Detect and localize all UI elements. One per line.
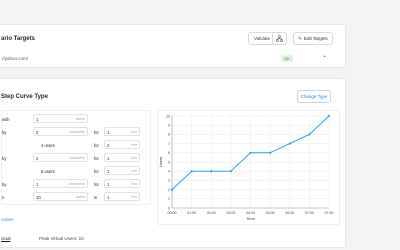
data-point: [190, 170, 193, 173]
x-tick-label: 07:30: [325, 211, 334, 215]
y-axis-label: Users: [158, 157, 163, 167]
edit-targets-label: Edit Targets: [304, 36, 328, 41]
y-tick-label: 3: [168, 179, 170, 183]
row-label: with: [2, 117, 10, 122]
y-tick-label: 2: [168, 188, 170, 192]
step-curve-chart: 0 1 2 3 4 5 6 7 8 9 10 00:00 01:00 02:00 03:00 04:00 05:…: [158, 114, 334, 221]
users-input[interactable]: 10 users: [33, 192, 88, 201]
step-row: n 10 users in 1 min: [2, 192, 152, 204]
y-tick-label: 0: [168, 206, 170, 210]
share-button[interactable]: [272, 32, 287, 45]
y-tick-label: 5: [168, 160, 170, 164]
y-tick-label: 1: [168, 197, 170, 201]
chart-panel: 0 1 2 3 4 5 6 7 8 9 10 00:00 01:00 02:00 03:00 04:00 05:…: [157, 110, 340, 225]
rate-input[interactable]: 2 users/min: [33, 127, 88, 136]
step-row: 6 users for 1 min: [2, 166, 152, 178]
duration-input[interactable]: 2 min: [104, 140, 140, 149]
step-row: by 2 users/min for 1 min: [2, 153, 152, 165]
users-text: 4 users: [41, 143, 55, 148]
x-tick-label: 07:00: [305, 211, 314, 215]
y-tick-label: 8: [168, 133, 170, 137]
row-label: by: [2, 182, 7, 187]
x-tick-label: 06:00: [285, 211, 294, 215]
step-rows: with 1 users by 2 users/min for 1 min 4 …: [1, 110, 151, 205]
target-url: ://yahoo.com/: [1, 56, 29, 61]
row-label: n: [2, 195, 5, 200]
pencil-icon: ✎: [298, 35, 303, 41]
y-tick-label: 9: [168, 124, 170, 128]
y-tick-label: 4: [168, 170, 170, 174]
x-tick-label: 04:00: [246, 211, 255, 215]
duration-input[interactable]: 1 min: [104, 192, 140, 201]
y-tick-label: 10: [166, 114, 170, 118]
row-label: by: [2, 130, 7, 135]
targets-title: ario Targets: [1, 36, 35, 42]
data-point: [170, 188, 174, 191]
x-tick-label: 02:00: [207, 211, 216, 215]
users-text: 6 users: [41, 169, 55, 174]
peak-virtual-users: Peak Virtual Users: 10: [39, 236, 84, 241]
y-tick-label: 6: [168, 151, 170, 155]
data-point: [210, 170, 213, 173]
chevron-down-icon[interactable]: ⌄: [322, 52, 327, 59]
x-tick-label: 03:00: [226, 211, 235, 215]
rate-input[interactable]: 1 users/min: [33, 179, 88, 188]
targets-card: ario Targets Validate ✎ Edit Targets ://…: [0, 24, 346, 68]
step-row: 4 users for 2 min: [2, 140, 152, 152]
actual-tab[interactable]: ctual: [1, 236, 11, 241]
data-point: [229, 170, 232, 173]
rate-input[interactable]: 2 users/min: [33, 153, 88, 162]
share-icon: [276, 35, 283, 42]
edit-targets-button[interactable]: ✎ Edit Targets: [293, 32, 333, 45]
change-type-button[interactable]: Change Type: [297, 90, 331, 103]
duration-input[interactable]: 1 min: [104, 153, 140, 162]
curve-title: Step Curve Type: [1, 94, 48, 100]
x-tick-label: 01:00: [187, 211, 196, 215]
x-tick-label: 05:00: [266, 211, 275, 215]
duration-input[interactable]: 1 min: [104, 166, 140, 175]
users-input[interactable]: 1 users: [33, 114, 88, 123]
x-tick-label: 00:00: [168, 211, 177, 215]
data-point: [269, 151, 272, 154]
data-point: [327, 114, 331, 118]
curve-card: Step Curve Type Change Type with 1 users…: [0, 78, 346, 248]
data-point: [249, 151, 252, 154]
duration-input[interactable]: 1 min: [104, 179, 140, 188]
data-point: [288, 142, 291, 145]
action-link[interactable]: Action: [1, 217, 14, 222]
row-label: by: [2, 156, 7, 161]
step-row: by 1 users/min for 1 min: [2, 179, 152, 191]
duration-input[interactable]: 1 min: [104, 127, 140, 136]
data-point: [308, 133, 311, 136]
x-axis-label: Time: [246, 216, 256, 221]
status-badge: OK: [281, 55, 293, 62]
y-tick-label: 7: [168, 142, 170, 146]
step-row: by 2 users/min for 1 min: [2, 127, 152, 139]
step-row: with 1 users: [2, 114, 152, 126]
